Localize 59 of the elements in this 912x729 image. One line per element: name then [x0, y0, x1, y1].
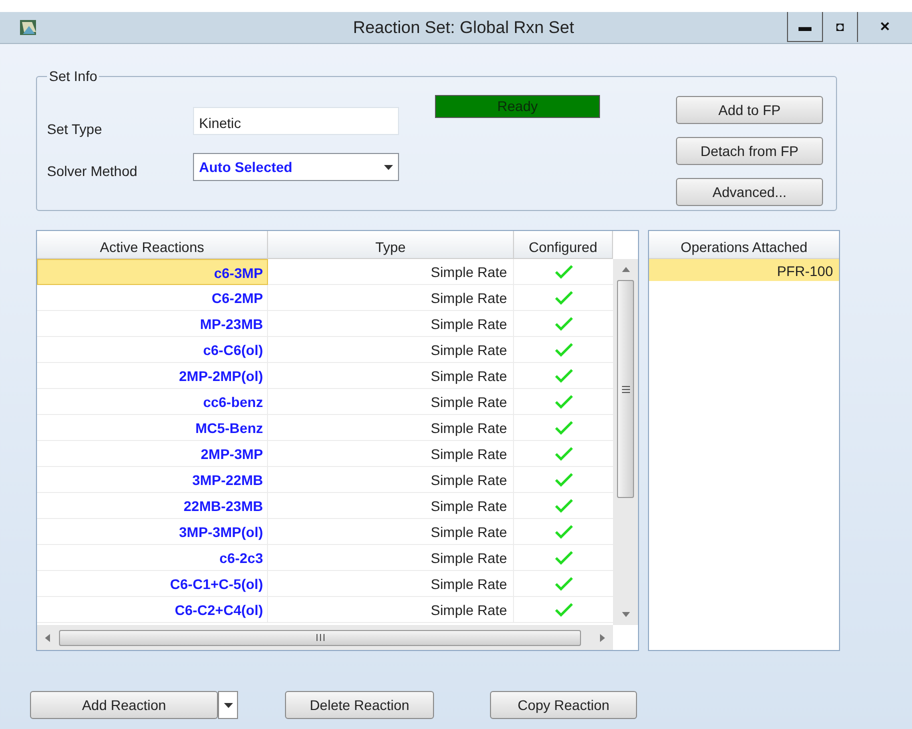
solver-method-dropdown[interactable]: Auto Selected	[193, 153, 399, 181]
table-cell: Simple Rate	[268, 389, 514, 415]
scroll-right-icon[interactable]	[600, 634, 605, 642]
detach-button[interactable]: Detach from FP	[676, 137, 823, 165]
minimize-button[interactable]: ▬	[787, 12, 822, 42]
scroll-down-icon[interactable]	[622, 612, 630, 617]
delete-reaction-button[interactable]: Delete Reaction	[285, 691, 434, 719]
copy-reaction-button[interactable]: Copy Reaction	[490, 691, 637, 719]
reaction-name-cell[interactable]: c6-2c3	[37, 545, 268, 571]
table-cell: Simple Rate	[268, 467, 514, 493]
window-title: Reaction Set: Global Rxn Set	[352, 16, 574, 39]
table-cell: Simple Rate	[268, 519, 514, 545]
reaction-name-cell[interactable]: MC5-Benz	[37, 415, 268, 441]
set-type-field: Kinetic	[193, 107, 399, 135]
scroll-thumb[interactable]	[59, 630, 581, 646]
table-cell: Simple Rate	[268, 259, 514, 285]
table-cell: Simple Rate	[268, 441, 514, 467]
reaction-name-cell[interactable]: c6-C6(ol)	[37, 337, 268, 363]
reaction-name-cell[interactable]: c6-3MP	[37, 259, 268, 285]
grip-icon	[622, 386, 630, 392]
operation-item[interactable]: PFR-100	[649, 259, 839, 281]
column-header[interactable]: Configured	[514, 231, 613, 259]
reaction-name-cell[interactable]: MP-23MB	[37, 311, 268, 337]
group-legend: Set Info	[47, 66, 100, 87]
table-cell: Simple Rate	[268, 571, 514, 597]
table-cell: Simple Rate	[268, 337, 514, 363]
grip-icon	[316, 634, 324, 641]
field-label: Solver Method	[47, 162, 138, 181]
table-cell: Simple Rate	[268, 493, 514, 519]
reaction-name-cell[interactable]: 2MP-2MP(ol)	[37, 363, 268, 389]
add-reaction-button[interactable]: Add Reaction	[30, 691, 218, 719]
reaction-name-cell[interactable]: C6-2MP	[37, 285, 268, 311]
dropdown-arrow-icon	[224, 702, 232, 708]
table-cell: Simple Rate	[268, 285, 514, 311]
status-indicator: Ready	[435, 95, 600, 118]
reaction-name-cell[interactable]: 3MP-3MP(ol)	[37, 519, 268, 545]
reaction-name-cell[interactable]: C6-C1+C-5(ol)	[37, 571, 268, 597]
advanced-button[interactable]: Advanced...	[676, 178, 823, 206]
scroll-up-icon[interactable]	[622, 267, 630, 272]
table-cell: Simple Rate	[268, 597, 514, 623]
table-cell: Simple Rate	[268, 415, 514, 441]
dropdown-button[interactable]	[218, 691, 238, 719]
table-cell: Simple Rate	[268, 545, 514, 571]
reaction-name-cell[interactable]: 22MB-23MB	[37, 493, 268, 519]
vertical-scrollbar[interactable]	[613, 259, 638, 625]
table-cell: Simple Rate	[268, 311, 514, 337]
table-cell: Simple Rate	[268, 363, 514, 389]
reaction-name-cell[interactable]: cc6-benz	[37, 389, 268, 415]
reaction-name-cell[interactable]: 2MP-3MP	[37, 441, 268, 467]
horizontal-scrollbar[interactable]	[37, 625, 613, 650]
reaction-name-cell[interactable]: C6-C2+C4(ol)	[37, 597, 268, 623]
reaction-name-cell[interactable]: 3MP-22MB	[37, 467, 268, 493]
dropdown-arrow-icon	[384, 164, 393, 170]
add-to-fp-button[interactable]: Add to FP	[676, 96, 823, 124]
scroll-left-icon[interactable]	[45, 634, 50, 642]
scroll-thumb[interactable]	[617, 280, 634, 498]
field-label: Set Type	[47, 120, 102, 139]
column-header[interactable]: Type	[268, 231, 514, 259]
column-header[interactable]: Active Reactions	[37, 231, 268, 259]
